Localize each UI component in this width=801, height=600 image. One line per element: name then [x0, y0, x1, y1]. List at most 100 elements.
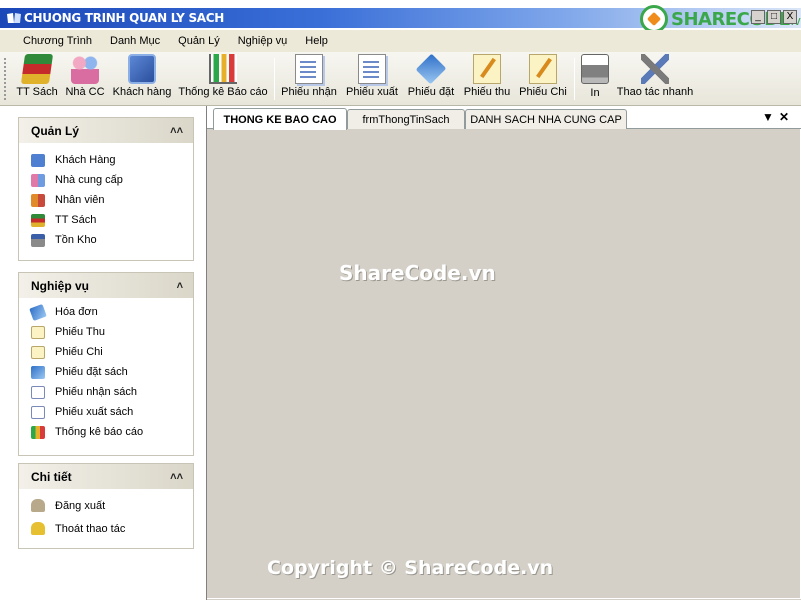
left-navigation-pane: Quản Lý ˄˄ Khách Hàng Nhà cung cấp Nhân …	[0, 106, 206, 600]
nav-item-phieu-thu[interactable]: Phiếu Thu	[19, 322, 193, 342]
customer-icon	[31, 153, 45, 167]
menu-bar: Chương Trình Danh Mục Quản Lý Nghiệp vụ …	[0, 30, 801, 52]
order-slip-icon	[31, 365, 45, 379]
toolbar-khach-hang-button[interactable]: Khách hàng	[112, 54, 172, 98]
export-slip-icon	[31, 405, 45, 419]
panel-title: Quản Lý	[31, 123, 80, 138]
minimize-button[interactable]: _	[751, 10, 765, 24]
menu-chuong-trinh[interactable]: Chương Trình	[14, 35, 101, 47]
nav-item-label: Nhà cung cấp	[55, 174, 123, 186]
toolbar-grip[interactable]	[4, 58, 7, 100]
chi-tiet-header[interactable]: Chi tiết ˄˄	[19, 464, 193, 489]
nav-item-label: Thoát thao tác	[55, 522, 126, 535]
toolbar-tt-sach-button[interactable]: TT Sách	[16, 54, 58, 98]
toolbar-label: Khách hàng	[112, 86, 172, 98]
toolbar-label: Thao tác nhanh	[616, 86, 694, 98]
toolbar-label: Phiếu xuất	[346, 86, 398, 98]
toolbar-phieu-nhan-button[interactable]: Phiếu nhận	[280, 54, 338, 98]
nav-item-ton-kho[interactable]: Tồn Kho	[19, 230, 193, 250]
nav-item-label: Khách Hàng	[55, 154, 116, 166]
nav-item-phieu-xuat-sach[interactable]: Phiếu xuất sách	[19, 402, 193, 422]
main-workspace: THONG KE BAO CAO frmThongTinSach DANH SA…	[206, 106, 801, 600]
nav-item-phieu-nhan-sach[interactable]: Phiếu nhận sách	[19, 382, 193, 402]
nav-item-label: Phiếu nhận sách	[55, 386, 137, 398]
nav-item-thoat-thao-tac[interactable]: Thoát thao tác	[19, 517, 193, 540]
tab-close-icon[interactable]: ✕	[779, 110, 789, 124]
toolbar-thong-ke-bao-cao-button[interactable]: Thống kê Báo cáo	[178, 54, 268, 98]
tools-icon	[641, 54, 669, 84]
printer-icon	[581, 54, 609, 84]
books-icon	[31, 213, 45, 227]
toolbar-label: Phiếu Chi	[519, 86, 567, 98]
unlock-icon	[31, 522, 45, 535]
employees-icon	[31, 193, 45, 207]
toolbar-label: Phiếu thu	[463, 86, 511, 98]
nav-item-phieu-dat-sach[interactable]: Phiếu đặt sách	[19, 362, 193, 382]
tab-frm-thong-tin-sach[interactable]: frmThongTinSach	[347, 109, 465, 129]
window-controls: _ □ X	[751, 10, 797, 24]
menu-help[interactable]: Help	[296, 35, 337, 47]
lock-icon	[31, 499, 45, 512]
receive-slip-icon	[31, 385, 45, 399]
menu-danh-muc[interactable]: Danh Mục	[101, 35, 169, 47]
nav-item-hoa-don[interactable]: Hóa đơn	[19, 302, 193, 322]
toolbar: TT Sách Nhà CC Khách hàng Thống kê Báo c…	[0, 52, 801, 106]
collapse-chevron-icon[interactable]: ˄	[177, 280, 183, 292]
toolbar-in-button[interactable]: In	[578, 54, 612, 99]
nav-item-dang-xuat[interactable]: Đăng xuất	[19, 494, 193, 517]
tab-danh-sach-nha-cung-cap[interactable]: DANH SACH NHA CUNG CAP	[465, 109, 627, 129]
toolbar-separator	[574, 58, 575, 100]
toolbar-phieu-thu-button[interactable]: Phiếu thu	[462, 54, 512, 98]
menu-quan-ly[interactable]: Quản Lý	[169, 35, 229, 47]
nav-item-label: Phiếu Thu	[55, 326, 105, 338]
nav-item-nhan-vien[interactable]: Nhân viên	[19, 190, 193, 210]
toolbar-thao-tac-nhanh-button[interactable]: Thao tác nhanh	[616, 54, 694, 98]
receipt-icon	[473, 54, 501, 84]
report-chart-icon	[209, 54, 237, 84]
nav-item-tt-sach[interactable]: TT Sách	[19, 210, 193, 230]
nav-item-label: Phiếu xuất sách	[55, 406, 134, 418]
maximize-button[interactable]: □	[767, 10, 781, 24]
toolbar-nha-cc-button[interactable]: Nhà CC	[64, 54, 106, 98]
collapse-chevron-icon[interactable]: ˄˄	[170, 125, 183, 137]
toolbar-label: TT Sách	[16, 86, 58, 98]
report-chart-icon	[31, 425, 45, 439]
payment-icon	[31, 345, 45, 359]
nghiep-vu-header[interactable]: Nghiệp vụ ˄	[19, 273, 193, 298]
nav-item-khach-hang[interactable]: Khách Hàng	[19, 150, 193, 170]
toolbar-phieu-dat-button[interactable]: Phiếu đặt	[406, 53, 456, 98]
toolbar-separator	[274, 58, 275, 100]
nav-item-label: Thống kê báo cáo	[55, 426, 144, 438]
collapse-chevron-icon[interactable]: ˄˄	[170, 471, 183, 483]
nav-item-label: Phiếu Chi	[55, 346, 103, 358]
toolbar-phieu-xuat-button[interactable]: Phiếu xuất	[344, 54, 400, 98]
quan-ly-header[interactable]: Quản Lý ˄˄	[19, 118, 193, 143]
nav-item-label: Nhân viên	[55, 194, 105, 206]
receive-slip-icon	[295, 54, 323, 84]
toolbar-label: Phiếu đặt	[407, 86, 455, 98]
toolbar-label: Phiếu nhận	[281, 86, 337, 98]
receipt-icon	[31, 325, 45, 339]
toolbar-phieu-chi-button[interactable]: Phiếu Chi	[518, 54, 568, 98]
panel-title: Chi tiết	[31, 469, 72, 484]
panel-title: Nghiệp vụ	[31, 278, 90, 293]
nav-item-label: TT Sách	[55, 214, 97, 226]
nav-item-nha-cung-cap[interactable]: Nhà cung cấp	[19, 170, 193, 190]
customer-icon	[128, 54, 156, 84]
toolbar-label: In	[590, 87, 600, 99]
suppliers-icon	[71, 54, 99, 84]
export-slip-icon	[358, 54, 386, 84]
watermark-copyright: Copyright © ShareCode.vn	[267, 557, 554, 579]
tab-thong-ke-bao-cao[interactable]: THONG KE BAO CAO	[213, 108, 347, 130]
toolbar-label: Nhà CC	[65, 86, 105, 98]
menu-nghiep-vu[interactable]: Nghiệp vụ	[229, 35, 297, 47]
nav-item-phieu-chi[interactable]: Phiếu Chi	[19, 342, 193, 362]
watermark-center: ShareCode.vn	[339, 261, 496, 285]
close-button[interactable]: X	[783, 10, 797, 24]
title-bar: CHUONG TRINH QUAN LY SACH SHARECODE.vn _…	[0, 0, 801, 33]
tab-list-dropdown-icon[interactable]: ▼	[762, 110, 774, 124]
quan-ly-panel: Quản Lý ˄˄ Khách Hàng Nhà cung cấp Nhân …	[18, 117, 194, 261]
inventory-icon	[31, 233, 45, 247]
nav-item-label: Phiếu đặt sách	[55, 366, 128, 378]
nav-item-thong-ke-bao-cao[interactable]: Thống kê báo cáo	[19, 422, 193, 442]
